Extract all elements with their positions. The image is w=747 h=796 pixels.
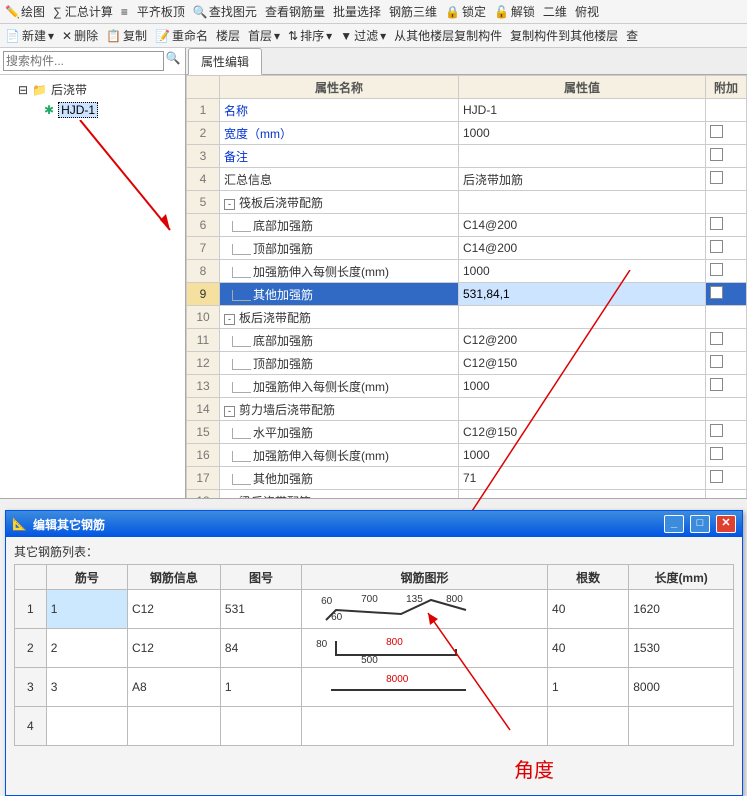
dcol-count: 根数 xyxy=(548,565,629,590)
tb-2d[interactable]: 二维 xyxy=(543,3,567,20)
dialog-title: 编辑其它钢筋 xyxy=(33,516,105,533)
annotation-angle: 角度 xyxy=(14,754,734,783)
dialog-label: 其它钢筋列表： xyxy=(14,543,734,560)
close-button[interactable]: ✕ xyxy=(716,515,736,533)
toolbar-1: ✏️绘图 ∑ 汇总计算 ≡平齐板顶 🔍查找图元 查看钢筋量 批量选择 钢筋三维 … xyxy=(0,0,747,24)
col-add: 附加 xyxy=(706,76,747,99)
tb-3d[interactable]: 钢筋三维 xyxy=(389,3,437,20)
new-button[interactable]: 📄新建 ▾ xyxy=(5,27,54,44)
prop-row[interactable]: 6底部加强筋C14@200 xyxy=(187,214,747,237)
sidebar: 🔍 ⊟📁后浇带 ✱HJD-1 xyxy=(0,48,186,498)
dcol-len: 长度(mm) xyxy=(629,565,734,590)
prop-row[interactable]: 18-梁后浇带配筋 xyxy=(187,490,747,499)
minimize-button[interactable]: _ xyxy=(664,515,684,533)
maximize-button[interactable]: □ xyxy=(690,515,710,533)
prop-row[interactable]: 17其他加强筋71 xyxy=(187,467,747,490)
copy-button[interactable]: 📋复制 xyxy=(106,27,147,44)
prop-row[interactable]: 2宽度（mm）1000 xyxy=(187,122,747,145)
look-button[interactable]: 查 xyxy=(626,27,638,44)
prop-row[interactable]: 4汇总信息后浇带加筋 xyxy=(187,168,747,191)
sort-button[interactable]: ⇅排序 ▾ xyxy=(288,27,332,44)
dialog-titlebar[interactable]: 📐 编辑其它钢筋 _ □ ✕ xyxy=(6,511,742,537)
prop-row[interactable]: 5-筏板后浇带配筋 xyxy=(187,191,747,214)
tree-child[interactable]: ✱HJD-1 xyxy=(4,100,181,120)
floor-label: 楼层 xyxy=(216,27,240,44)
dcol-info: 钢筋信息 xyxy=(127,565,220,590)
tb-flat[interactable]: ≡平齐板顶 xyxy=(121,3,185,20)
search-icon[interactable]: 🔍 xyxy=(164,51,182,71)
tb-find[interactable]: 🔍查找图元 xyxy=(193,3,257,20)
dialog-icon: 📐 xyxy=(12,517,27,531)
prop-row[interactable]: 16加强筋伸入每侧长度(mm)1000 xyxy=(187,444,747,467)
del-button[interactable]: ✕删除 xyxy=(62,27,98,44)
search-input[interactable] xyxy=(3,51,164,71)
floor-select[interactable]: 首层 ▾ xyxy=(248,27,280,44)
prop-row[interactable]: 13加强筋伸入每侧长度(mm)1000 xyxy=(187,375,747,398)
property-grid: 属性名称属性值附加 1名称HJD-12宽度（mm）10003备注4汇总信息后浇带… xyxy=(186,75,747,498)
tb-sum[interactable]: ∑ 汇总计算 xyxy=(53,3,113,20)
rebar-row[interactable]: 11C125316070013580060401620 xyxy=(15,590,734,629)
tb-unlock[interactable]: 🔓解锁 xyxy=(494,3,535,20)
rebar-table: 筋号 钢筋信息 图号 钢筋图形 根数 长度(mm) 11C12531607001… xyxy=(14,564,734,746)
prop-row[interactable]: 8加强筋伸入每侧长度(mm)1000 xyxy=(187,260,747,283)
rebar-row[interactable]: 33A81800018000 xyxy=(15,668,734,707)
rebar-row[interactable]: 22C128480800500401530 xyxy=(15,629,734,668)
tabs: 属性编辑 xyxy=(186,48,747,75)
dcol-shape: 钢筋图形 xyxy=(302,565,548,590)
prop-row[interactable]: 12顶部加强筋C12@150 xyxy=(187,352,747,375)
tb-top[interactable]: 俯视 xyxy=(575,3,599,20)
tree: ⊟📁后浇带 ✱HJD-1 xyxy=(0,75,185,498)
copyto-button[interactable]: 复制构件到其他楼层 xyxy=(510,27,618,44)
filter-button[interactable]: ▼过滤 ▾ xyxy=(340,27,386,44)
tab-properties[interactable]: 属性编辑 xyxy=(188,48,262,75)
dcol-id: 筋号 xyxy=(46,565,127,590)
prop-row[interactable]: 9其他加强筋531,84,1 xyxy=(187,283,747,306)
dialog-other-rebar: 📐 编辑其它钢筋 _ □ ✕ 其它钢筋列表： 筋号 钢筋信息 图号 钢筋图形 根… xyxy=(5,510,743,796)
prop-row[interactable]: 7顶部加强筋C14@200 xyxy=(187,237,747,260)
tb-draw[interactable]: ✏️绘图 xyxy=(5,3,45,20)
tree-root[interactable]: ⊟📁后浇带 xyxy=(4,79,181,100)
toolbar-2: 📄新建 ▾ ✕删除 📋复制 📝重命名 楼层 首层 ▾ ⇅排序 ▾ ▼过滤 ▾ 从… xyxy=(0,24,747,48)
search-bar: 🔍 xyxy=(0,48,185,75)
col-value: 属性值 xyxy=(459,76,706,99)
prop-row[interactable]: 14-剪力墙后浇带配筋 xyxy=(187,398,747,421)
rename-button[interactable]: 📝重命名 xyxy=(155,27,208,44)
col-name: 属性名称 xyxy=(220,76,459,99)
tb-batch[interactable]: 批量选择 xyxy=(333,3,381,20)
copyfrom-button[interactable]: 从其他楼层复制构件 xyxy=(394,27,502,44)
rebar-row[interactable]: 4 xyxy=(15,707,734,746)
prop-row[interactable]: 3备注 xyxy=(187,145,747,168)
prop-row[interactable]: 1名称HJD-1 xyxy=(187,99,747,122)
tb-lock[interactable]: 🔒锁定 xyxy=(445,3,486,20)
content: 属性编辑 属性名称属性值附加 1名称HJD-12宽度（mm）10003备注4汇总… xyxy=(186,48,747,498)
prop-row[interactable]: 15水平加强筋C12@150 xyxy=(187,421,747,444)
prop-row[interactable]: 10-板后浇带配筋 xyxy=(187,306,747,329)
tb-view-rebar[interactable]: 查看钢筋量 xyxy=(265,3,325,20)
dcol-fig: 图号 xyxy=(220,565,301,590)
prop-row[interactable]: 11底部加强筋C12@200 xyxy=(187,329,747,352)
